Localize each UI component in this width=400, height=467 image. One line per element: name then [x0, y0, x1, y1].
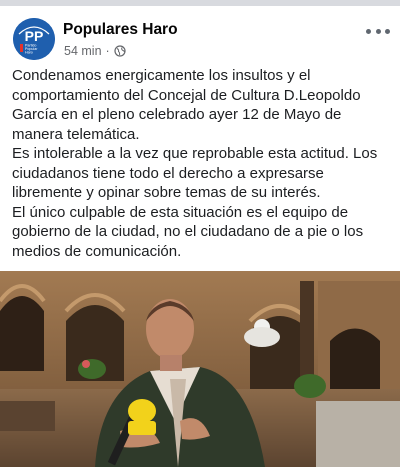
avatar[interactable]: PP Partido Popular Haro	[13, 18, 55, 60]
post-body: Condenamos energicamente los insultos y …	[12, 66, 394, 261]
post-meta: 54 min ·	[64, 44, 126, 58]
more-options-icon[interactable]	[366, 24, 390, 38]
meta-separator: ·	[105, 44, 110, 58]
post-header: PP Partido Popular Haro Populares Haro 5…	[0, 6, 400, 64]
post-paragraph-1: Condenamos energicamente los insultos y …	[12, 67, 361, 143]
avatar-tagline-3: Haro	[25, 51, 33, 55]
page-name-link[interactable]: Populares Haro	[63, 21, 178, 39]
post-timestamp[interactable]: 54 min	[64, 44, 102, 58]
post-image[interactable]	[0, 271, 400, 467]
globe-icon[interactable]	[114, 45, 126, 57]
pp-logo-icon: PP Partido Popular Haro	[13, 18, 55, 60]
post-paragraph-3: El único culpable de esta situación es e…	[12, 203, 364, 260]
avatar-logo-text: PP	[25, 28, 44, 44]
post-paragraph-2: Es intolerable a la vez que reprobable e…	[12, 145, 378, 201]
post-photo-illustration	[0, 271, 400, 467]
